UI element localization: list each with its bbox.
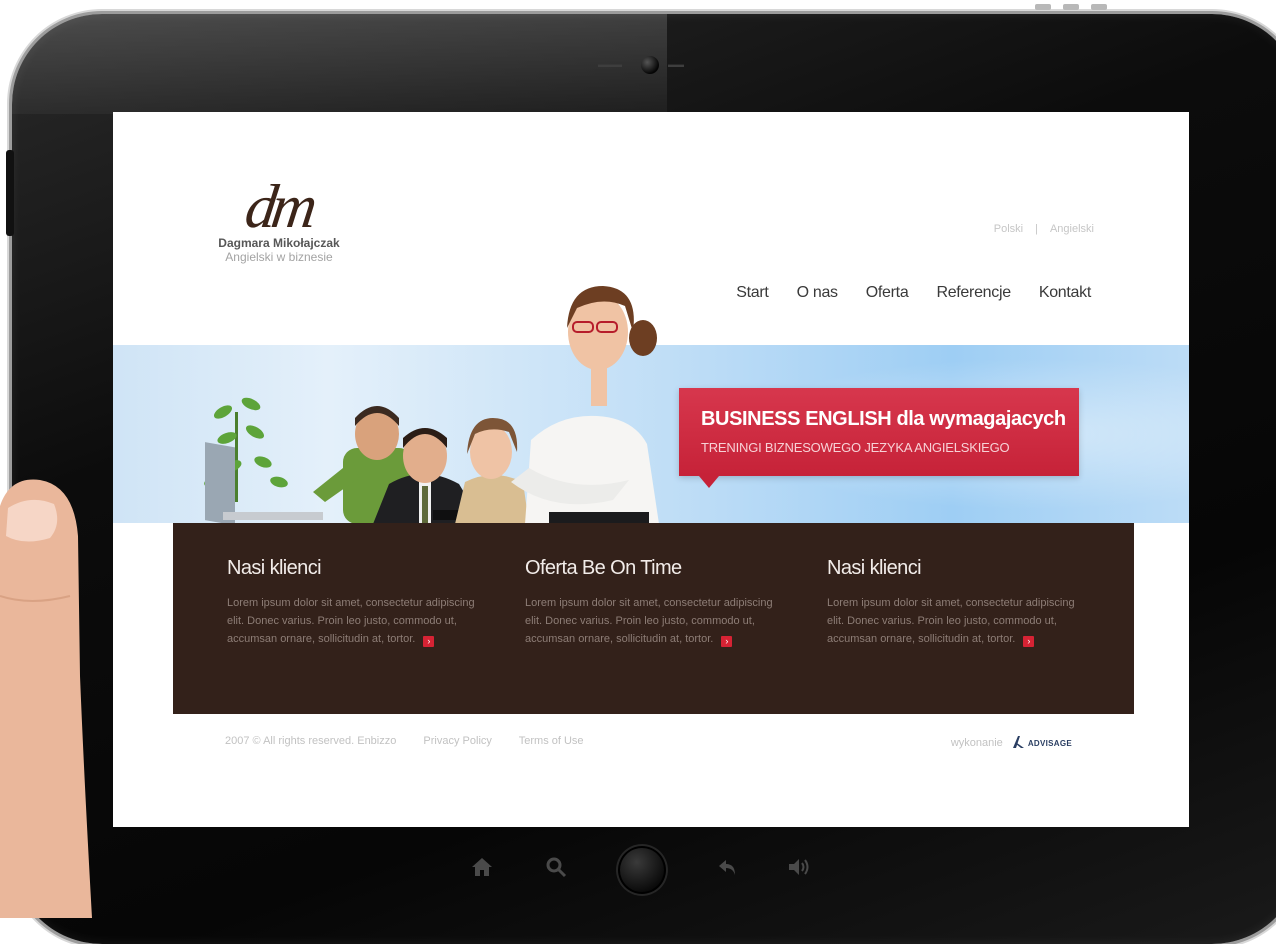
home-icon[interactable] <box>470 855 494 879</box>
camera-label-left: ▬▬▬ <box>598 60 622 69</box>
promo-banner[interactable]: BUSINESS ENGLISH dla wymagajacych TRENIN… <box>679 388 1079 488</box>
tablet-top-buttons <box>1035 4 1107 10</box>
site-footer: 2007 © All rights reserved. Enbizzo Priv… <box>225 735 1072 749</box>
laptop-image <box>205 442 323 524</box>
search-icon[interactable] <box>544 855 568 879</box>
website-screen: dm Dagmara Mikołajczak Angielski w bizne… <box>113 112 1189 827</box>
language-switcher: Polski | Angielski <box>994 223 1094 235</box>
nav-o-nas[interactable]: O nas <box>797 284 839 302</box>
feature-title: Nasi klienci <box>827 557 922 579</box>
feature-column-1: Nasi klienci Lorem ipsum dolor sit amet,… <box>227 557 487 648</box>
feature-column-3: Nasi klienci Lorem ipsum dolor sit amet,… <box>827 557 1087 648</box>
nav-referencje[interactable]: Referencje <box>936 284 1011 302</box>
back-icon[interactable] <box>716 855 740 879</box>
home-button[interactable] <box>616 844 668 896</box>
feature-column-2: Oferta Be On Time Lorem ipsum dolor sit … <box>525 557 785 648</box>
footer-privacy-link[interactable]: Privacy Policy <box>423 735 491 747</box>
read-more-button[interactable]: › <box>1023 636 1035 647</box>
feature-text: Lorem ipsum dolor sit amet, consectetur … <box>525 597 773 647</box>
volume-icon[interactable] <box>786 855 812 879</box>
nav-kontakt[interactable]: Kontakt <box>1039 284 1091 302</box>
feature-title: Oferta Be On Time <box>525 557 682 579</box>
lang-english[interactable]: Angielski <box>1050 223 1094 235</box>
feature-text: Lorem ipsum dolor sit amet, consectetur … <box>827 597 1075 647</box>
advisage-logo-icon <box>1012 736 1024 748</box>
nav-start[interactable]: Start <box>736 284 769 302</box>
tablet-side-button <box>6 150 14 236</box>
main-nav: Start O nas Oferta Referencje Kontakt <box>736 284 1091 302</box>
feature-text: Lorem ipsum dolor sit amet, consectetur … <box>227 597 475 647</box>
read-more-button[interactable]: › <box>423 636 435 647</box>
footer-credit[interactable]: wykonanie ADVISAGE <box>951 735 1072 749</box>
promo-subtitle: TRENINGI BIZNESOWEGO JEZYKA ANGIELSKIEGO <box>701 440 1010 455</box>
hand-image <box>0 479 92 918</box>
footer-terms-link[interactable]: Terms of Use <box>519 735 584 747</box>
nav-oferta[interactable]: Oferta <box>866 284 909 302</box>
lang-separator: | <box>1035 223 1038 235</box>
features-panel: Nasi klienci Lorem ipsum dolor sit amet,… <box>173 523 1134 714</box>
hero-people-image <box>204 286 659 524</box>
camera-label-right: ▬▬ <box>668 60 684 69</box>
read-more-button[interactable]: › <box>721 636 733 647</box>
woman-beige-jacket <box>455 418 529 524</box>
woman-white-blouse <box>511 286 659 524</box>
promo-title: BUSINESS ENGLISH dla wymagajacych <box>701 408 1066 430</box>
feature-title: Nasi klienci <box>227 557 322 579</box>
footer-copyright: 2007 © All rights reserved. Enbizzo <box>225 735 397 747</box>
lang-polish[interactable]: Polski <box>994 223 1023 235</box>
camera-icon <box>641 56 659 74</box>
